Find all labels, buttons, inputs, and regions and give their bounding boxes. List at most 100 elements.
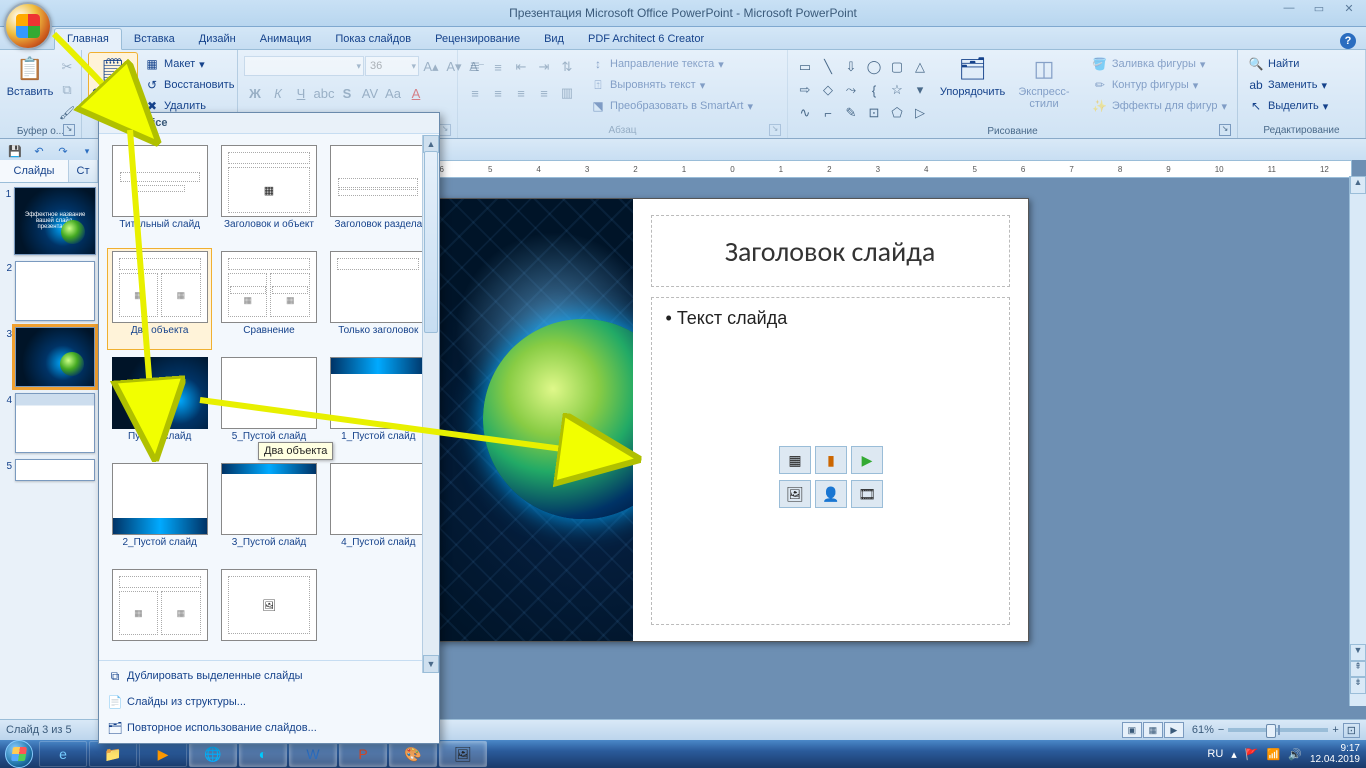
redo-button[interactable]: ↷ [54, 142, 72, 160]
layout-option[interactable]: 5_Пустой слайд [216, 354, 321, 456]
taskbar-mediaplayer[interactable]: ▶ [139, 741, 187, 767]
close-button[interactable]: ✕ [1338, 2, 1360, 15]
insert-clipart-icon[interactable]: 👤 [815, 480, 847, 508]
shape-outline-button[interactable]: ✏Контур фигуры ▾ [1088, 75, 1231, 95]
tab-slideshow[interactable]: Показ слайдов [323, 29, 423, 49]
slides-tab[interactable]: Слайды [0, 160, 69, 182]
tab-review[interactable]: Рецензирование [423, 29, 532, 49]
shape-freeform-icon[interactable]: ✎ [840, 102, 862, 124]
layout-option[interactable]: 2_Пустой слайд [107, 460, 212, 562]
shape-effects-button[interactable]: ✨Эффекты для фигур ▾ [1088, 96, 1231, 116]
slide-thumb-4[interactable] [15, 393, 95, 453]
decrease-indent-button[interactable]: ⇤ [510, 56, 532, 78]
start-button[interactable] [0, 740, 38, 768]
shape-elbow-icon[interactable]: ⌐ [817, 102, 839, 124]
layout-option[interactable]: ▦Заголовок и объект [216, 142, 321, 244]
shape-line-icon[interactable]: ╲ [817, 56, 839, 78]
layout-option[interactable]: ▦▦Сравнение [216, 248, 321, 350]
tray-clock[interactable]: 9:17 12.04.2019 [1310, 743, 1360, 765]
shape-down-arrow-icon[interactable]: ⇩ [840, 56, 862, 78]
taskbar-paint[interactable]: 🎨 [389, 741, 437, 767]
clipboard-dialog-launcher[interactable]: ↘ [63, 124, 75, 136]
zoom-out-button[interactable]: − [1218, 724, 1224, 736]
gallery-scrollbar[interactable]: ▲ ▼ [422, 135, 439, 673]
layout-option[interactable]: Заголовок раздела [326, 142, 431, 244]
italic-button[interactable]: К [267, 82, 289, 104]
shape-pentagon-icon[interactable]: ⬠ [886, 102, 908, 124]
help-button[interactable]: ? [1340, 33, 1356, 49]
tab-pdf-architect[interactable]: PDF Architect 6 Creator [576, 29, 716, 49]
normal-view-button[interactable]: ▣ [1122, 722, 1142, 738]
align-left-button[interactable]: ≡ [464, 82, 486, 104]
layout-button[interactable]: ▦Макет ▾ [140, 54, 238, 74]
reuse-slides-item[interactable]: 🗂Повторное использование слайдов... [99, 715, 455, 741]
grow-font-button[interactable]: A▴ [420, 56, 442, 78]
taskbar-ie[interactable]: e [39, 741, 87, 767]
shape-curve-icon[interactable]: ∿ [794, 102, 816, 124]
font-dialog-launcher[interactable]: ↘ [439, 124, 451, 136]
font-color-button[interactable]: A [405, 82, 427, 104]
taskbar-word[interactable]: W [289, 741, 337, 767]
shape-brace-icon[interactable]: { [863, 79, 885, 101]
layout-option[interactable]: 3_Пустой слайд [216, 460, 321, 562]
paragraph-dialog-launcher[interactable]: ↘ [769, 124, 781, 136]
new-slide-button[interactable]: 🗒 Создать слайд [88, 52, 138, 114]
change-case-button[interactable]: Aa [382, 82, 404, 104]
columns-button[interactable]: ▥ [556, 82, 578, 104]
bullets-button[interactable]: ≣ [464, 56, 486, 78]
maximize-button[interactable]: ▭ [1308, 2, 1330, 15]
shape-oval-icon[interactable]: ◯ [863, 56, 885, 78]
sorter-view-button[interactable]: ▦ [1143, 722, 1163, 738]
taskbar-app[interactable]: ◐ [239, 741, 287, 767]
font-size-combo[interactable]: 36 [365, 56, 419, 76]
shape-right-arrow-icon[interactable]: ⇨ [794, 79, 816, 101]
save-button[interactable]: 💾 [6, 142, 24, 160]
taskbar-chrome[interactable]: 🌐 [189, 741, 237, 767]
shapes-more-button[interactable]: ▾ [909, 79, 931, 101]
shape-star-icon[interactable]: ☆ [886, 79, 908, 101]
insert-table-icon[interactable]: ▦ [779, 446, 811, 474]
tray-show-hidden-icon[interactable]: ▴ [1231, 748, 1237, 761]
zoom-fit-button[interactable]: ⊡ [1343, 723, 1360, 738]
outline-tab[interactable]: Ст [69, 160, 98, 182]
duplicate-slides-item[interactable]: ⧉Дублировать выделенные слайды [99, 663, 455, 689]
insert-media-icon[interactable]: 🎞 [851, 480, 883, 508]
layout-option[interactable]: Только заголовок [326, 248, 431, 350]
office-button[interactable] [4, 2, 52, 50]
title-placeholder[interactable]: Заголовок слайда [651, 215, 1010, 287]
vertical-scrollbar[interactable]: ▲ ▼ ⇞ ⇟ [1349, 176, 1366, 706]
layout-option[interactable]: ▦▦Два объекта [107, 248, 212, 350]
layout-option[interactable]: 1_Пустой слайд [326, 354, 431, 456]
zoom-in-button[interactable]: + [1332, 724, 1338, 736]
minimize-button[interactable]: — [1278, 2, 1300, 15]
taskbar-powerpoint[interactable]: P [339, 741, 387, 767]
replace-button[interactable]: abЗаменить ▾ [1244, 75, 1332, 95]
line-spacing-button[interactable]: ⇅ [556, 56, 578, 78]
align-right-button[interactable]: ≡ [510, 82, 532, 104]
slide-thumb-2[interactable] [15, 261, 95, 321]
tray-network-icon[interactable]: 📶 [1267, 748, 1281, 761]
tab-design[interactable]: Дизайн [187, 29, 248, 49]
slide[interactable]: Заголовок слайда Текст слайда ▦ ▮ ▶ 🖼 👤 … [437, 198, 1029, 642]
drawing-dialog-launcher[interactable]: ↘ [1219, 124, 1231, 136]
paste-button[interactable]: 📋 Вставить [6, 52, 54, 100]
shape-rect-icon[interactable]: ▭ [794, 56, 816, 78]
shape-action-icon[interactable]: ▷ [909, 102, 931, 124]
slides-from-outline-item[interactable]: 📄Слайды из структуры... [99, 689, 455, 715]
zoom-level[interactable]: 61% [1192, 724, 1214, 736]
copy-button[interactable]: ⧉ [56, 79, 78, 101]
taskbar-explorer[interactable]: 📁 [89, 741, 137, 767]
shape-textbox-icon[interactable]: ▢ [886, 56, 908, 78]
char-spacing-button[interactable]: AV [359, 82, 381, 104]
shadow-button[interactable]: S [336, 82, 358, 104]
taskbar-photos[interactable]: 🖼 [439, 741, 487, 767]
layout-option[interactable]: ▦▦ [107, 566, 212, 660]
shape-fill-button[interactable]: 🪣Заливка фигуры ▾ [1088, 54, 1231, 74]
layout-option[interactable]: Пустой слайд [107, 354, 212, 456]
tab-animations[interactable]: Анимация [248, 29, 324, 49]
shape-connector-icon[interactable]: ⤳ [840, 79, 862, 101]
slide-thumb-3[interactable] [15, 327, 95, 387]
slideshow-view-button[interactable]: ▶ [1164, 722, 1184, 738]
tab-insert[interactable]: Вставка [122, 29, 187, 49]
slide-thumb-1[interactable]: Эффектное название вашей слайд-презентац… [14, 187, 96, 255]
